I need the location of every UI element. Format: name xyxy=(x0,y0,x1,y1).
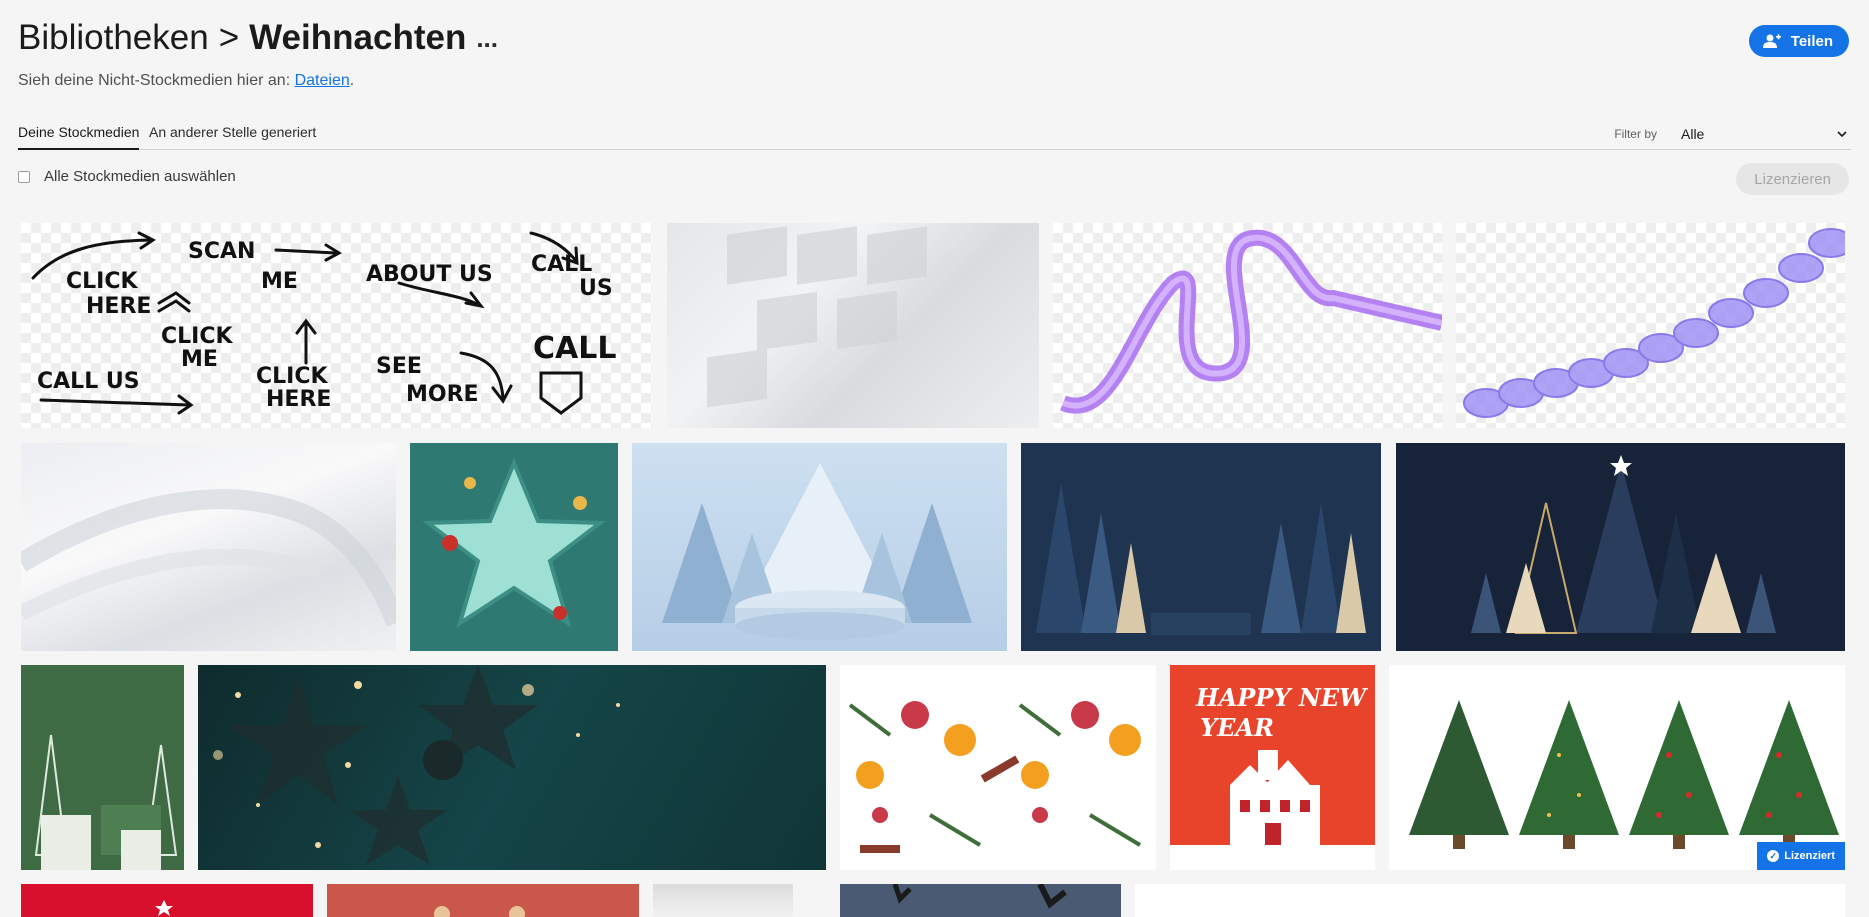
asset-tile-purple-ribbon[interactable] xyxy=(1053,223,1442,428)
chevron-down-icon xyxy=(1837,131,1847,137)
white-silk-image xyxy=(21,489,396,627)
page-title: Weihnachten xyxy=(249,18,467,57)
tab-bar: Deine Stockmedien An anderer Stelle gene… xyxy=(18,122,1851,150)
svg-text:ME: ME xyxy=(261,269,298,294)
red-ornaments-image xyxy=(155,900,173,916)
svg-text:US: US xyxy=(579,276,613,301)
svg-text:CALL US: CALL US xyxy=(37,369,140,394)
reindeer-image xyxy=(892,884,1067,909)
navy-trees-image xyxy=(1036,483,1366,635)
asset-tile-green-gifts[interactable] xyxy=(21,665,184,870)
svg-text:SEE: SEE xyxy=(376,354,422,379)
filter-value: Alle xyxy=(1681,126,1705,142)
asset-tile-ornaments-pattern[interactable] xyxy=(840,665,1156,870)
select-all-checkbox[interactable] xyxy=(18,170,30,183)
filter-dropdown[interactable]: Alle xyxy=(1681,126,1851,142)
asset-tile-glass-spiral[interactable] xyxy=(1456,223,1845,428)
asset-tile-reindeer[interactable] xyxy=(840,884,1121,917)
svg-text:ME: ME xyxy=(181,347,218,372)
coral-cookies-image xyxy=(434,906,525,917)
svg-text:CALL: CALL xyxy=(533,331,616,366)
svg-text:CALL: CALL xyxy=(531,252,592,277)
svg-text:CLICK: CLICK xyxy=(66,269,138,294)
christmas-trees-image xyxy=(1409,700,1839,849)
non-stock-hint: Sieh deine Nicht-Stockmedien hier an: Da… xyxy=(18,72,354,90)
paper-stars-image xyxy=(213,665,620,865)
svg-text:SCAN: SCAN xyxy=(188,239,255,264)
asset-tile-arrows-sheet[interactable]: CLICK HERE SCAN ME ABOUT US CALL US CLICK ME… xyxy=(21,223,652,428)
asset-tile-white-silk[interactable] xyxy=(21,443,396,651)
svg-text:HERE: HERE xyxy=(266,387,331,412)
arrows-sheet-image: CLICKHERE SCANME ABOUT US CALLUS CLICKME… xyxy=(31,231,616,415)
select-all-label: Alle Stockmedien auswählen xyxy=(44,168,236,185)
white-cubes-image xyxy=(707,226,927,408)
files-link[interactable]: Dateien xyxy=(295,72,350,89)
licensed-badge-label: Lizenziert xyxy=(1784,850,1835,862)
night-trees-image xyxy=(1471,455,1776,634)
filter-label: Filter by xyxy=(1614,127,1657,141)
check-circle-icon: ✓ xyxy=(1767,850,1780,862)
asset-tile-star-frame[interactable] xyxy=(410,443,618,651)
blue-podium-image xyxy=(662,463,972,640)
share-button[interactable]: Teilen xyxy=(1748,25,1849,57)
asset-tile-paper-stars[interactable] xyxy=(198,665,826,870)
svg-text:MORE: MORE xyxy=(406,382,479,407)
hint-suffix: . xyxy=(349,72,355,89)
breadcrumb-separator: > xyxy=(218,18,240,57)
asset-tile-blue-podium[interactable] xyxy=(632,443,1007,651)
tab-generated-elsewhere[interactable]: An anderer Stelle generiert xyxy=(149,124,316,148)
green-gifts-image xyxy=(34,734,178,870)
svg-text:ABOUT US: ABOUT US xyxy=(366,262,493,287)
asset-tile-happy-new-year[interactable]: HAPPY NEW YEAR xyxy=(1170,665,1375,870)
hint-text: Sieh deine Nicht-Stockmedien hier an: xyxy=(18,72,295,89)
tab-your-stock[interactable]: Deine Stockmedien xyxy=(18,124,140,150)
asset-tile-red-ornaments[interactable] xyxy=(21,884,313,917)
asset-tile-white-blank[interactable] xyxy=(1135,884,1845,917)
asset-tile-night-trees[interactable] xyxy=(1396,443,1845,651)
select-all-row: Alle Stockmedien auswählen xyxy=(18,168,236,185)
license-button[interactable]: Lizenzieren xyxy=(1736,163,1849,195)
asset-tile-christmas-trees[interactable]: ✓ Lizenziert xyxy=(1389,665,1845,870)
purple-ribbon-image xyxy=(1060,229,1442,414)
arrows-sheet-text: CLICKHERE SCANME ABOUT US CALLUS CLICKME… xyxy=(37,239,616,412)
breadcrumb-libraries-link[interactable]: Bibliotheken xyxy=(18,18,209,58)
licensed-badge: ✓ Lizenziert xyxy=(1757,842,1845,870)
add-user-icon xyxy=(1762,34,1781,48)
more-options-button[interactable]: ... xyxy=(476,23,498,54)
svg-text:HERE: HERE xyxy=(86,294,151,319)
asset-tile-coral-cookies[interactable] xyxy=(327,884,639,917)
star-frame-image xyxy=(422,457,606,628)
breadcrumb: Bibliotheken > Weihnachten ... xyxy=(18,18,498,58)
asset-tile-white-cubes[interactable] xyxy=(667,223,1039,428)
asset-tile-grey-backdrop[interactable] xyxy=(653,884,793,917)
glass-spiral-image xyxy=(1463,228,1845,418)
ornaments-pattern-image xyxy=(848,701,1142,853)
share-label: Teilen xyxy=(1790,32,1833,50)
svg-text:CLICK: CLICK xyxy=(161,324,233,349)
asset-tile-navy-trees[interactable] xyxy=(1021,443,1381,651)
houses-image xyxy=(1170,750,1375,870)
filter-control: Filter by Alle xyxy=(1614,122,1851,146)
svg-text:CLICK: CLICK xyxy=(256,364,328,389)
